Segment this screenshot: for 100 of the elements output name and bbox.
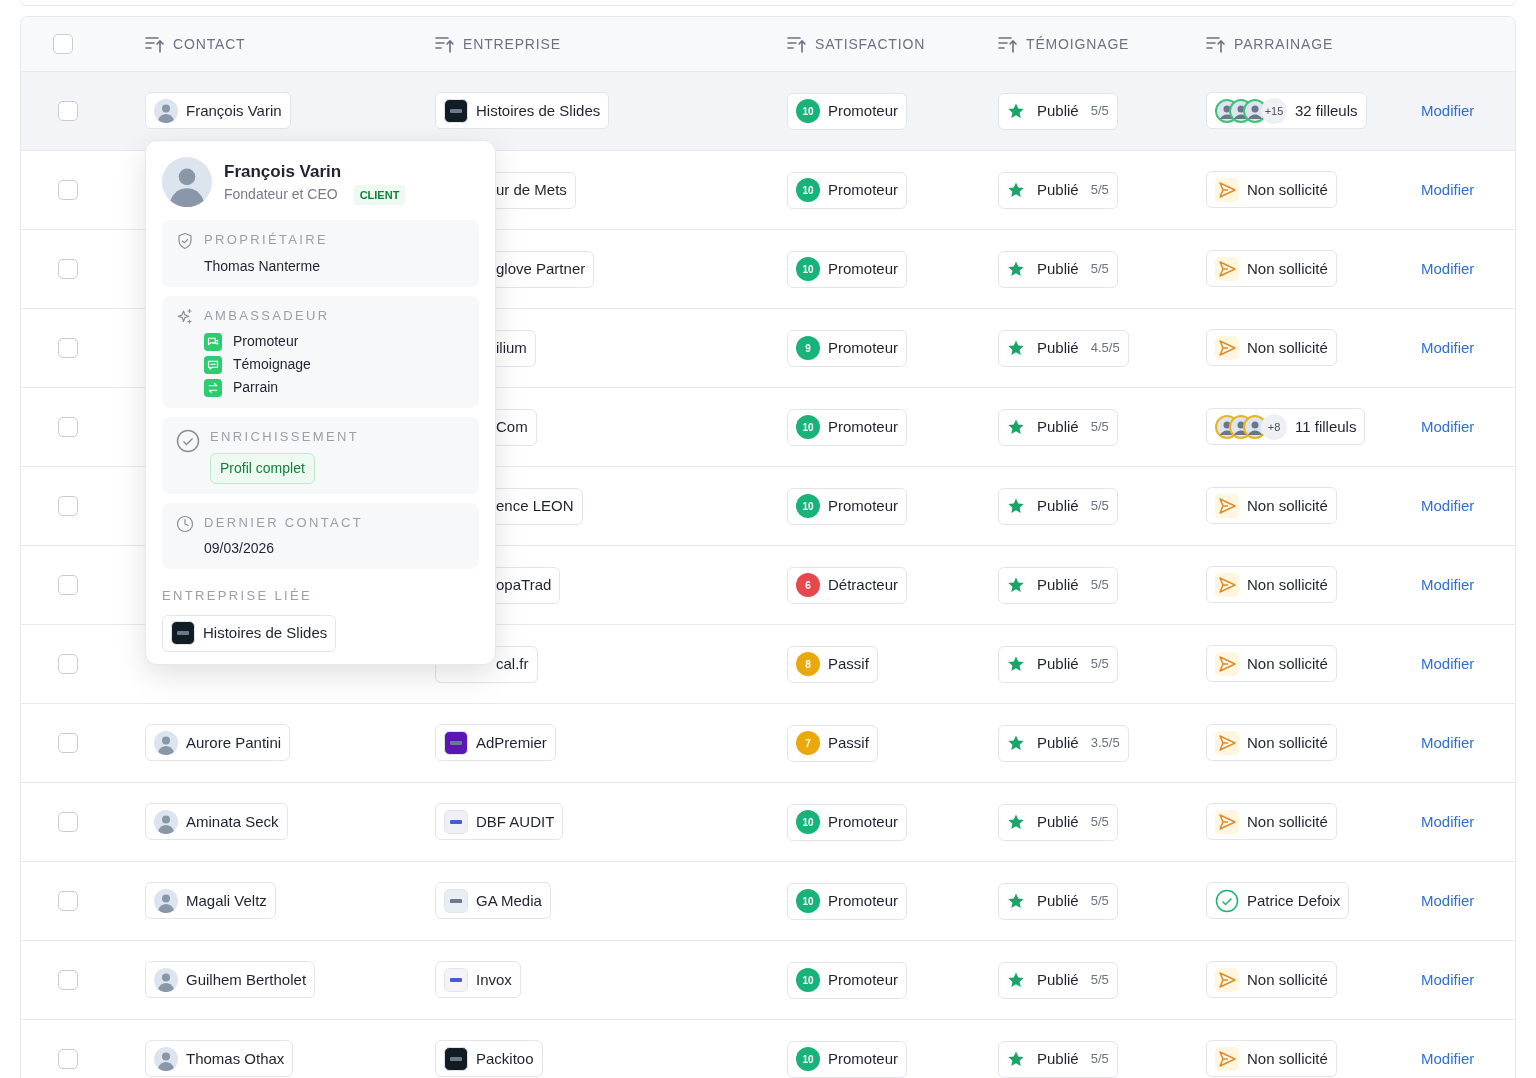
testimonial-chip[interactable]: Publié 5/5 <box>998 487 1118 525</box>
referral-chip[interactable]: Non sollicité <box>1206 803 1337 841</box>
referral-count: 11 filleuls <box>1295 416 1357 437</box>
referral-chip[interactable]: Non sollicité <box>1206 329 1337 367</box>
column-header[interactable]: PARRAINAGE <box>1234 33 1334 55</box>
avatar <box>154 98 178 123</box>
checkbox[interactable] <box>58 496 78 516</box>
contact-chip[interactable]: Aurore Pantini <box>145 724 291 762</box>
edit-link[interactable]: Modifier <box>1421 971 1475 988</box>
referral-chip[interactable]: Non sollicité <box>1206 566 1337 604</box>
edit-link[interactable]: Modifier <box>1421 576 1475 593</box>
rating: 5/5 <box>1090 260 1109 279</box>
satisfaction-chip[interactable]: 10 Promoteur <box>787 961 908 999</box>
referral-chip[interactable]: Non sollicité <box>1206 961 1337 999</box>
contact-chip[interactable]: Guilhem Bertholet <box>145 961 316 999</box>
column-header[interactable]: CONTACT <box>173 33 246 55</box>
testimonial-chip[interactable]: Publié 5/5 <box>998 408 1118 446</box>
column-header[interactable]: TÉMOIGNAGE <box>1026 33 1130 55</box>
company-chip[interactable]: AdPremier <box>435 724 556 762</box>
satisfaction-chip[interactable]: 9 Promoteur <box>787 329 908 367</box>
satisfaction-chip[interactable]: 10 Promoteur <box>787 803 908 841</box>
edit-link[interactable]: Modifier <box>1421 102 1475 119</box>
table-row[interactable]: François Varin Histoires de Slides 10 Promoteur Publié 5/5 +15 32 filleuls Modifier <box>21 72 1515 151</box>
checkbox[interactable] <box>58 970 78 990</box>
edit-link[interactable]: Modifier <box>1421 418 1475 435</box>
rating: 5/5 <box>1090 102 1109 121</box>
edit-link[interactable]: Modifier <box>1421 339 1475 356</box>
checkbox[interactable] <box>58 259 78 279</box>
column-header[interactable]: ENTREPRISE <box>463 33 561 55</box>
checkbox[interactable] <box>58 891 78 911</box>
testimonial-chip[interactable]: Publié 5/5 <box>998 961 1118 999</box>
edit-link[interactable]: Modifier <box>1421 734 1475 751</box>
company-chip[interactable]: Histoires de Slides <box>435 92 610 130</box>
testimonial-chip[interactable]: Publié 5/5 <box>998 92 1118 130</box>
testimonial-chip[interactable]: Publié 3.5/5 <box>998 724 1129 762</box>
satisfaction-chip[interactable]: 10 Promoteur <box>787 250 908 288</box>
company-chip[interactable]: Histoires de Slides <box>162 614 337 652</box>
checkbox[interactable] <box>58 654 78 674</box>
chat-icon <box>204 355 222 374</box>
satisfaction-chip[interactable]: 7 Passif <box>787 724 878 762</box>
company-chip[interactable]: Packitoo <box>435 1040 543 1078</box>
edit-link[interactable]: Modifier <box>1421 181 1475 198</box>
checkbox[interactable] <box>58 180 78 200</box>
referral-status: Non sollicité <box>1247 811 1328 832</box>
column-header[interactable]: SATISFACTION <box>815 33 926 55</box>
edit-link[interactable]: Modifier <box>1421 260 1475 277</box>
referral-chip[interactable]: +8 11 filleuls <box>1206 408 1366 446</box>
contact-chip[interactable]: Magali Veltz <box>145 882 276 920</box>
edit-link[interactable]: Modifier <box>1421 1050 1475 1067</box>
referral-count: 32 filleuls <box>1295 100 1358 121</box>
score-badge: 7 <box>796 731 820 755</box>
send-icon <box>1215 177 1239 202</box>
checkbox[interactable] <box>58 575 78 595</box>
testimonial-chip[interactable]: Publié 5/5 <box>998 645 1118 683</box>
testimonial-chip[interactable]: Publié 5/5 <box>998 566 1118 604</box>
company-name: AdPremier <box>476 732 547 753</box>
referral-chip[interactable]: Non sollicité <box>1206 1040 1337 1078</box>
testimonial-chip[interactable]: Publié 5/5 <box>998 803 1118 841</box>
checkbox[interactable] <box>53 34 73 54</box>
checkbox[interactable] <box>58 417 78 437</box>
satisfaction-chip[interactable]: 10 Promoteur <box>787 171 908 209</box>
company-logo-icon <box>444 809 468 834</box>
referral-chip[interactable]: Non sollicité <box>1206 645 1337 683</box>
contact-chip[interactable]: Thomas Othax <box>145 1040 294 1078</box>
company-chip[interactable]: DBF AUDIT <box>435 803 564 841</box>
referral-chip[interactable]: Non sollicité <box>1206 724 1337 762</box>
satisfaction-chip[interactable]: 10 Promoteur <box>787 408 908 446</box>
testimonial-chip[interactable]: Publié 4.5/5 <box>998 329 1129 367</box>
satisfaction-chip[interactable]: 10 Promoteur <box>787 92 908 130</box>
contact-chip[interactable]: François Varin <box>145 92 291 130</box>
referral-chip[interactable]: Non sollicité <box>1206 171 1337 209</box>
score-badge: 10 <box>796 99 820 123</box>
satisfaction-chip[interactable]: 10 Promoteur <box>787 882 908 920</box>
testimonial-chip[interactable]: Publié 5/5 <box>998 1040 1118 1078</box>
section-label: PROPRIÉTAIRE <box>204 231 328 249</box>
edit-link[interactable]: Modifier <box>1421 497 1475 514</box>
company-logo-icon <box>171 621 195 645</box>
satisfaction-chip[interactable]: 10 Promoteur <box>787 1040 908 1078</box>
testimonial-chip[interactable]: Publié 5/5 <box>998 250 1118 288</box>
checkbox[interactable] <box>58 1049 78 1069</box>
referral-chip[interactable]: +15 32 filleuls <box>1206 92 1367 130</box>
checkbox[interactable] <box>58 338 78 358</box>
testimonial-chip[interactable]: Publié 5/5 <box>998 882 1118 920</box>
contact-chip[interactable]: Aminata Seck <box>145 803 288 841</box>
satisfaction-chip[interactable]: 6 Détracteur <box>787 566 908 604</box>
company-chip[interactable]: GA Media <box>435 882 551 920</box>
checkbox[interactable] <box>58 812 78 832</box>
edit-link[interactable]: Modifier <box>1421 892 1475 909</box>
referral-chip[interactable]: Non sollicité <box>1206 250 1337 288</box>
checkbox[interactable] <box>58 101 78 121</box>
edit-link[interactable]: Modifier <box>1421 813 1475 830</box>
edit-link[interactable]: Modifier <box>1421 655 1475 672</box>
referral-status: Non sollicité <box>1247 574 1328 595</box>
testimonial-chip[interactable]: Publié 5/5 <box>998 171 1118 209</box>
company-chip[interactable]: Invox <box>435 961 521 999</box>
referral-chip[interactable]: Non sollicité <box>1206 487 1337 525</box>
satisfaction-chip[interactable]: 8 Passif <box>787 645 878 683</box>
satisfaction-chip[interactable]: 10 Promoteur <box>787 487 908 525</box>
checkbox[interactable] <box>58 733 78 753</box>
referral-chip[interactable]: Patrice Defoix <box>1206 882 1350 920</box>
